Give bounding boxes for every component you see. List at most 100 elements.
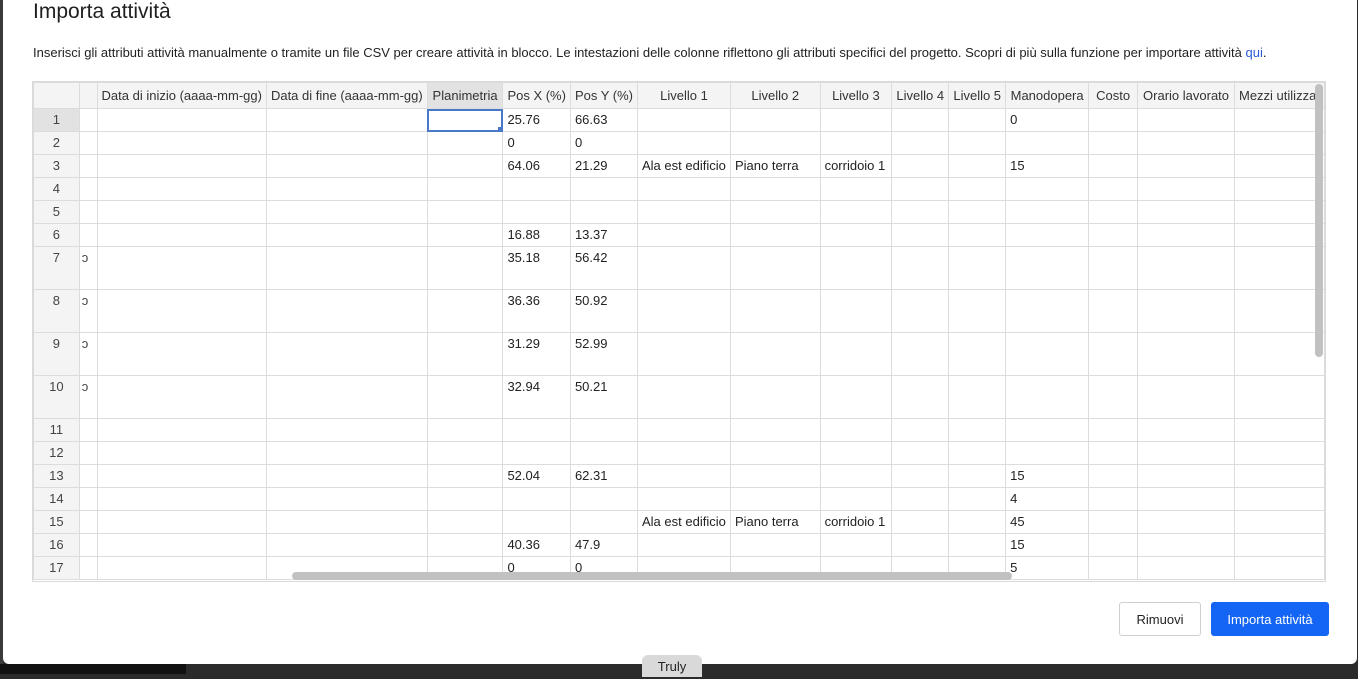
column-header[interactable]: Mezzi utilizzat bbox=[1233, 82, 1325, 109]
grid-cell[interactable] bbox=[78, 510, 98, 534]
grid-cell[interactable] bbox=[948, 108, 1007, 132]
grid-cell[interactable]: Ala est edificio bbox=[637, 510, 731, 534]
grid-cell[interactable] bbox=[729, 108, 821, 132]
grid-cell[interactable]: 15 bbox=[1005, 464, 1090, 488]
column-header[interactable] bbox=[78, 82, 98, 109]
grid-cell[interactable]: ɔ bbox=[78, 289, 98, 333]
grid-cell[interactable] bbox=[948, 441, 1007, 465]
grid-cell[interactable] bbox=[819, 487, 893, 511]
row-number[interactable]: 3 bbox=[33, 154, 80, 178]
grid-cell[interactable] bbox=[1005, 441, 1090, 465]
column-header[interactable]: Livello 1 bbox=[637, 82, 731, 109]
grid-cell[interactable]: ɔ bbox=[78, 246, 98, 290]
grid-cell[interactable] bbox=[1137, 108, 1235, 132]
grid-cell[interactable]: 4 bbox=[1005, 487, 1090, 511]
grid-cell[interactable] bbox=[948, 246, 1007, 290]
grid-cell[interactable] bbox=[1137, 289, 1235, 333]
grid-cell[interactable] bbox=[819, 246, 893, 290]
grid-cell[interactable] bbox=[729, 223, 821, 247]
grid-cell[interactable] bbox=[1088, 200, 1139, 224]
grid-cell[interactable] bbox=[891, 332, 950, 376]
grid-cell[interactable] bbox=[1137, 154, 1235, 178]
grid-cell[interactable] bbox=[819, 223, 893, 247]
grid-cell[interactable] bbox=[1137, 332, 1235, 376]
grid-cell[interactable] bbox=[891, 223, 950, 247]
vertical-scrollbar[interactable] bbox=[1315, 84, 1323, 357]
grid-cell[interactable] bbox=[1088, 154, 1139, 178]
grid-cell[interactable] bbox=[96, 418, 267, 442]
grid-cell[interactable] bbox=[96, 332, 267, 376]
grid-cell[interactable] bbox=[78, 533, 98, 557]
grid-cell[interactable] bbox=[1137, 177, 1235, 201]
grid-cell[interactable] bbox=[729, 131, 821, 155]
grid-cell[interactable] bbox=[637, 418, 731, 442]
grid-cell[interactable] bbox=[729, 332, 821, 376]
grid-cell[interactable] bbox=[78, 223, 98, 247]
grid-cell[interactable]: corridoio 1 bbox=[819, 510, 893, 534]
grid-cell[interactable] bbox=[1137, 131, 1235, 155]
grid-cell[interactable]: 52.04 bbox=[502, 464, 571, 488]
grid-cell[interactable]: 15 bbox=[1005, 533, 1090, 557]
grid-cell[interactable] bbox=[1088, 223, 1139, 247]
grid-cell[interactable] bbox=[819, 418, 893, 442]
grid-cell[interactable] bbox=[819, 108, 893, 132]
grid-cell[interactable]: 36.36 bbox=[502, 289, 571, 333]
grid-cell[interactable] bbox=[948, 154, 1007, 178]
grid-cell[interactable] bbox=[96, 464, 267, 488]
grid-cell[interactable] bbox=[637, 200, 731, 224]
grid-cell[interactable] bbox=[265, 510, 428, 534]
grid-cell[interactable] bbox=[729, 487, 821, 511]
grid-cell[interactable] bbox=[1088, 510, 1139, 534]
grid-cell[interactable] bbox=[891, 177, 950, 201]
grid-cell[interactable] bbox=[569, 200, 639, 224]
row-number[interactable]: 8 bbox=[33, 289, 80, 333]
column-header[interactable]: Livello 4 bbox=[891, 82, 950, 109]
grid-cell[interactable] bbox=[1137, 200, 1235, 224]
grid-cell[interactable] bbox=[502, 418, 571, 442]
grid-cell[interactable] bbox=[948, 289, 1007, 333]
grid-cell[interactable] bbox=[891, 200, 950, 224]
grid-cell[interactable] bbox=[1088, 246, 1139, 290]
column-header[interactable]: Data di fine (aaaa-mm-gg) bbox=[265, 82, 428, 109]
grid-cell[interactable] bbox=[637, 533, 731, 557]
column-header[interactable]: Pos X (%) bbox=[502, 82, 571, 109]
grid-cell[interactable] bbox=[265, 418, 428, 442]
grid-cell[interactable] bbox=[1088, 108, 1139, 132]
grid-cell[interactable]: 31.29 bbox=[502, 332, 571, 376]
row-number[interactable]: 17 bbox=[33, 556, 80, 580]
grid-cell[interactable] bbox=[819, 289, 893, 333]
grid-cell[interactable] bbox=[729, 289, 821, 333]
grid-cell[interactable] bbox=[265, 533, 428, 557]
grid-cell[interactable] bbox=[948, 375, 1007, 419]
grid-cell[interactable] bbox=[96, 556, 267, 580]
grid-cell[interactable] bbox=[569, 510, 639, 534]
grid-cell[interactable]: 40.36 bbox=[502, 533, 571, 557]
grid-cell[interactable] bbox=[96, 246, 267, 290]
grid-cell[interactable]: ɔ bbox=[78, 375, 98, 419]
grid-cell[interactable] bbox=[1137, 556, 1235, 580]
grid-cell[interactable] bbox=[819, 131, 893, 155]
grid-cell[interactable] bbox=[426, 154, 504, 178]
grid-cell[interactable] bbox=[96, 487, 267, 511]
grid-cell[interactable]: Piano terra bbox=[729, 154, 821, 178]
grid-cell[interactable] bbox=[1088, 375, 1139, 419]
grid-cell[interactable] bbox=[1233, 332, 1325, 376]
row-number[interactable]: 4 bbox=[33, 177, 80, 201]
grid-cell[interactable] bbox=[426, 510, 504, 534]
grid-cell[interactable] bbox=[1005, 223, 1090, 247]
grid-cell[interactable] bbox=[1088, 332, 1139, 376]
grid-cell[interactable] bbox=[502, 441, 571, 465]
grid-cell[interactable] bbox=[891, 108, 950, 132]
grid-cell[interactable] bbox=[502, 177, 571, 201]
grid-cell[interactable] bbox=[637, 177, 731, 201]
grid-cell[interactable] bbox=[1233, 246, 1325, 290]
grid-cell[interactable] bbox=[1088, 464, 1139, 488]
row-number[interactable]: 15 bbox=[33, 510, 80, 534]
grid-cell[interactable] bbox=[265, 487, 428, 511]
grid-cell[interactable] bbox=[78, 177, 98, 201]
grid-cell[interactable] bbox=[1233, 131, 1325, 155]
grid-cell[interactable] bbox=[1233, 487, 1325, 511]
grid-cell[interactable] bbox=[948, 487, 1007, 511]
grid-cell[interactable] bbox=[948, 464, 1007, 488]
grid-cell[interactable] bbox=[891, 154, 950, 178]
